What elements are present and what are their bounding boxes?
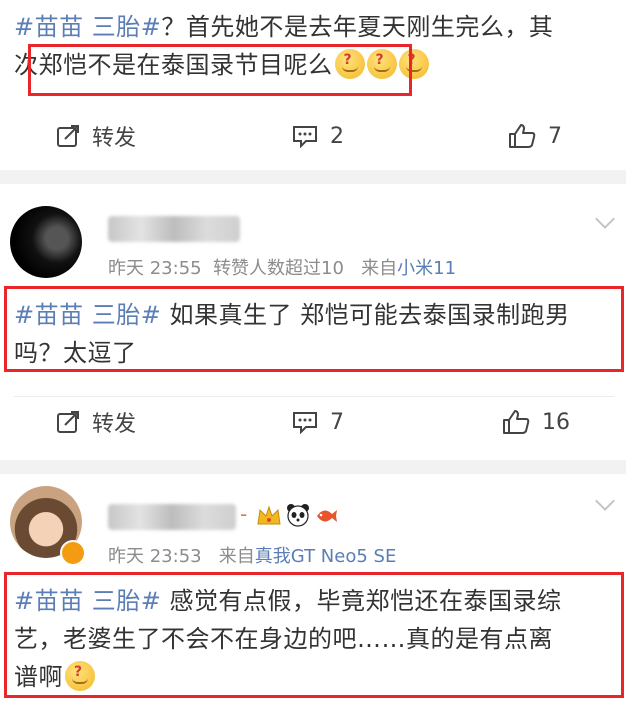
repost-label: 转发 [92, 126, 137, 151]
like-count: 16 [542, 409, 570, 435]
repost-info: 转赞人数超过10 [213, 258, 344, 279]
comment-count: 2 [330, 123, 344, 149]
thumbs-up-icon [503, 410, 530, 434]
source-link[interactable]: 真我GT Neo5 SE [255, 546, 397, 567]
chevron-down-icon[interactable] [595, 209, 615, 229]
highlight-box [4, 572, 624, 698]
username-blurred[interactable] [108, 216, 240, 242]
highlight-box [4, 286, 624, 372]
thumbs-up-icon [509, 124, 536, 148]
post-text-line: ？首先她不是去年夏天刚生完么，其 [161, 13, 554, 41]
username-suffix: - [240, 502, 248, 526]
comment-count: 7 [330, 409, 344, 435]
like-button[interactable]: 7 [508, 116, 562, 156]
chevron-down-icon[interactable] [595, 491, 615, 511]
action-bar: 转发 7 16 [0, 402, 626, 442]
post-time: 昨天 23:55 [108, 258, 202, 279]
comment-icon [293, 412, 317, 434]
crown-icon [257, 505, 281, 525]
comment-icon [293, 126, 317, 148]
like-count: 7 [548, 123, 562, 149]
panda-icon [287, 504, 309, 527]
comment-button[interactable]: 2 [292, 116, 344, 156]
repost-icon [57, 411, 79, 433]
verified-badge-icon [60, 540, 86, 566]
repost-button[interactable]: 转发 [56, 402, 136, 442]
source-prefix: 来自 [361, 258, 398, 279]
comment-button[interactable]: 7 [292, 402, 344, 442]
avatar[interactable] [10, 206, 82, 278]
divider [14, 396, 614, 397]
post-meta: 昨天 23:55 转赞人数超过10 来自小米11 [108, 254, 456, 280]
action-bar: 转发 2 7 [0, 116, 626, 156]
separator [0, 460, 626, 474]
koi-fish-icon [317, 510, 337, 522]
post-2: 昨天 23:55 转赞人数超过10 来自小米11 #苗苗 三胎# 如果真生了 郑… [0, 184, 626, 460]
source-link[interactable]: 小米11 [397, 258, 456, 279]
post-meta: 昨天 23:53 来自真我GT Neo5 SE [108, 542, 396, 568]
topic-link[interactable]: #苗苗 三胎# [14, 13, 161, 41]
source-prefix: 来自 [218, 546, 255, 567]
post-3: - 昨天 23:53 来自真我GT Neo5 SE #苗苗 三胎# 感觉有点假，… [0, 474, 626, 701]
post-time: 昨天 23:53 [108, 546, 202, 567]
post-1: #苗苗 三胎#？首先她不是去年夏天刚生完么，其 次郑恺不是在泰国录节目呢么 转发… [0, 0, 626, 170]
separator [0, 170, 626, 184]
repost-icon [57, 125, 79, 147]
like-button[interactable]: 16 [502, 402, 570, 442]
highlight-box [28, 44, 412, 96]
repost-label: 转发 [92, 412, 137, 437]
repost-button[interactable]: 转发 [56, 116, 136, 156]
username-blurred[interactable] [108, 504, 236, 530]
